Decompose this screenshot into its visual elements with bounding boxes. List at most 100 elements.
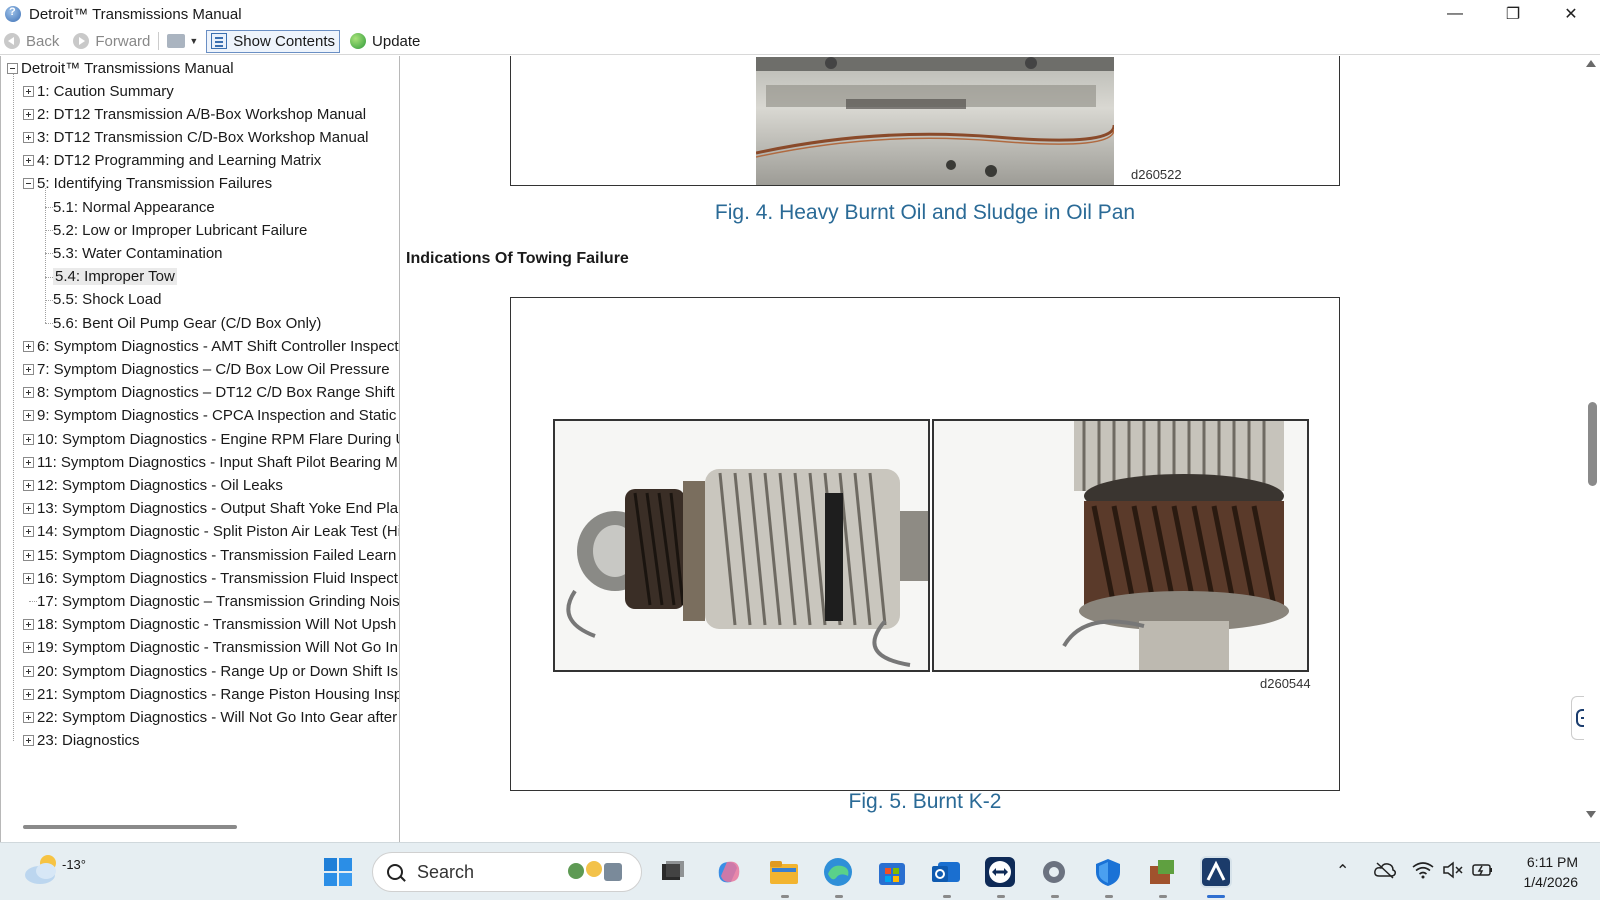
file-explorer-icon[interactable] [768,856,800,888]
tree-item[interactable]: 1: Caution Summary [23,81,174,101]
tree-item[interactable]: 11: Symptom Diagnostics - Input Shaft Pi… [23,452,398,472]
expand-icon[interactable] [23,549,34,561]
expand-icon[interactable] [23,526,34,538]
back-label: Back [26,32,60,50]
tray-overflow-chevron-icon[interactable]: ⌃ [1336,861,1349,881]
expand-icon[interactable] [23,665,34,677]
expand-icon[interactable] [23,155,34,167]
weather-widget[interactable]: -13° [22,851,86,891]
tree-item[interactable]: 18: Symptom Diagnostic - Transmission Wi… [23,615,396,635]
tree-item-label: 5: Identifying Transmission Failures [37,175,273,193]
tree-subitem[interactable]: 5.2: Low or Improper Lubricant Failure [53,220,307,240]
scroll-down-icon[interactable] [1586,811,1596,818]
vertical-scrollbar[interactable] [1584,56,1600,842]
expand-icon[interactable] [23,503,34,515]
window-title: Detroit™ Transmissions Manual [29,5,242,23]
update-button[interactable]: Update [346,30,424,53]
settings-gear-icon[interactable] [1038,856,1070,888]
expand-icon[interactable] [23,363,34,375]
collapse-icon[interactable] [23,178,34,190]
tree-item[interactable]: 16: Symptom Diagnostics - Transmission F… [23,568,399,588]
tree-item[interactable]: 13: Symptom Diagnostics - Output Shaft Y… [23,499,398,519]
close-button[interactable]: ✕ [1542,0,1600,28]
scroll-up-icon[interactable] [1586,60,1596,67]
tree-item[interactable]: 3: DT12 Transmission C/D-Box Workshop Ma… [23,127,369,147]
expand-icon[interactable] [23,387,34,399]
tree-item[interactable]: 17: Symptom Diagnostic – Transmission Gr… [37,591,399,611]
tree-item[interactable]: 14: Symptom Diagnostic - Split Piston Ai… [23,522,399,542]
back-button[interactable]: Back [0,30,63,53]
windows-logo-icon [324,858,352,886]
expand-icon[interactable] [23,711,34,723]
expand-icon[interactable] [23,108,34,120]
tree-item-label: 12: Symptom Diagnostics - Oil Leaks [37,476,283,494]
tree-subitem[interactable]: 5.5: Shock Load [53,290,161,310]
package-app-icon[interactable] [1146,856,1178,888]
scroll-thumb[interactable] [1588,402,1597,486]
tree-item[interactable]: 4: DT12 Programming and Learning Matrix [23,151,321,171]
tree-item-label: 5.6: Bent Oil Pump Gear (C/D Box Only) [53,314,322,332]
defender-shield-icon[interactable] [1092,856,1124,888]
microsoft-store-icon[interactable] [876,856,908,888]
minimize-button[interactable]: — [1426,0,1484,28]
tree-item[interactable]: 2: DT12 Transmission A/B-Box Workshop Ma… [23,104,366,124]
tree-root[interactable]: Detroit™ Transmissions Manual [7,58,234,78]
expand-icon[interactable] [23,85,34,97]
forward-button[interactable]: Forward [69,30,154,53]
system-clock[interactable]: 6:11 PM 1/4/2026 [1524,852,1579,892]
running-indicator [1105,895,1113,898]
expand-icon[interactable] [23,340,34,352]
wifi-icon[interactable] [1412,861,1434,884]
cloud-offline-icon[interactable] [1374,861,1396,884]
tree-item[interactable]: 19: Symptom Diagnostic - Transmission Wi… [23,638,398,658]
expand-icon[interactable] [23,642,34,654]
tree-item-label: 22: Symptom Diagnostics - Will Not Go In… [37,708,398,726]
teamviewer-taskbar-icon[interactable] [984,856,1016,888]
horizontal-scrollbar[interactable] [23,825,237,829]
tree-item[interactable]: 9: Symptom Diagnostics - CPCA Inspection… [23,406,396,426]
tree-item[interactable]: 21: Symptom Diagnostics - Range Piston H… [23,684,399,704]
tree-item[interactable]: 6: Symptom Diagnostics - AMT Shift Contr… [23,336,399,356]
expand-icon[interactable] [23,410,34,422]
expand-icon[interactable] [23,131,34,143]
tree-item-label: 23: Diagnostics [37,732,140,750]
tree-subitem[interactable]: 5.1: Normal Appearance [53,197,215,217]
outlook-new-icon[interactable] [930,856,962,888]
transmissions-manual-taskbar-icon[interactable] [1200,856,1232,888]
expand-icon[interactable] [23,456,34,468]
show-contents-button[interactable]: Show Contents [206,29,341,53]
toolbar-separator [158,32,160,50]
tree-subitem[interactable]: 5.4: Improper Tow [53,267,177,287]
figure-4-id: d260522 [1131,167,1182,182]
expand-icon[interactable] [23,688,34,700]
tree-item[interactable]: 12: Symptom Diagnostics - Oil Leaks [23,475,283,495]
start-button[interactable] [322,856,354,888]
copilot-icon[interactable] [713,856,745,888]
tree-connector [45,207,53,208]
figure-5-frame: d260544 [510,297,1340,791]
taskbar-search[interactable]: Search [372,852,642,892]
expand-icon[interactable] [23,572,34,584]
tree-item[interactable]: 20: Symptom Diagnostics - Range Up or Do… [23,661,398,681]
tree-item[interactable]: 10: Symptom Diagnostics - Engine RPM Fla… [23,429,399,449]
edge-browser-icon[interactable] [822,856,854,888]
expand-icon[interactable] [23,433,34,445]
tree-subitem[interactable]: 5.6: Bent Oil Pump Gear (C/D Box Only) [53,313,321,333]
tree-item[interactable]: 5: Identifying Transmission Failures [23,174,272,194]
collapse-icon[interactable] [7,62,18,74]
tree-subitem[interactable]: 5.3: Water Contamination [53,243,223,263]
tree-item[interactable]: 15: Symptom Diagnostics - Transmission F… [23,545,399,565]
tree-item[interactable]: 7: Symptom Diagnostics – C/D Box Low Oil… [23,359,390,379]
restore-button[interactable]: ❐ [1484,0,1542,28]
print-button[interactable]: ▼ [163,30,206,53]
task-view-icon[interactable] [657,856,689,888]
tree-item[interactable]: 23: Diagnostics [23,731,140,751]
expand-icon[interactable] [23,735,34,747]
tree-item[interactable]: 22: Symptom Diagnostics - Will Not Go In… [23,707,397,727]
gear-shaft-photo-illustration [555,421,928,670]
expand-icon[interactable] [23,619,34,631]
tree-item[interactable]: 8: Symptom Diagnostics – DT12 C/D Box Ra… [23,383,399,403]
volume-muted-icon[interactable] [1442,861,1464,884]
expand-icon[interactable] [23,479,34,491]
battery-charging-icon[interactable] [1472,861,1494,884]
